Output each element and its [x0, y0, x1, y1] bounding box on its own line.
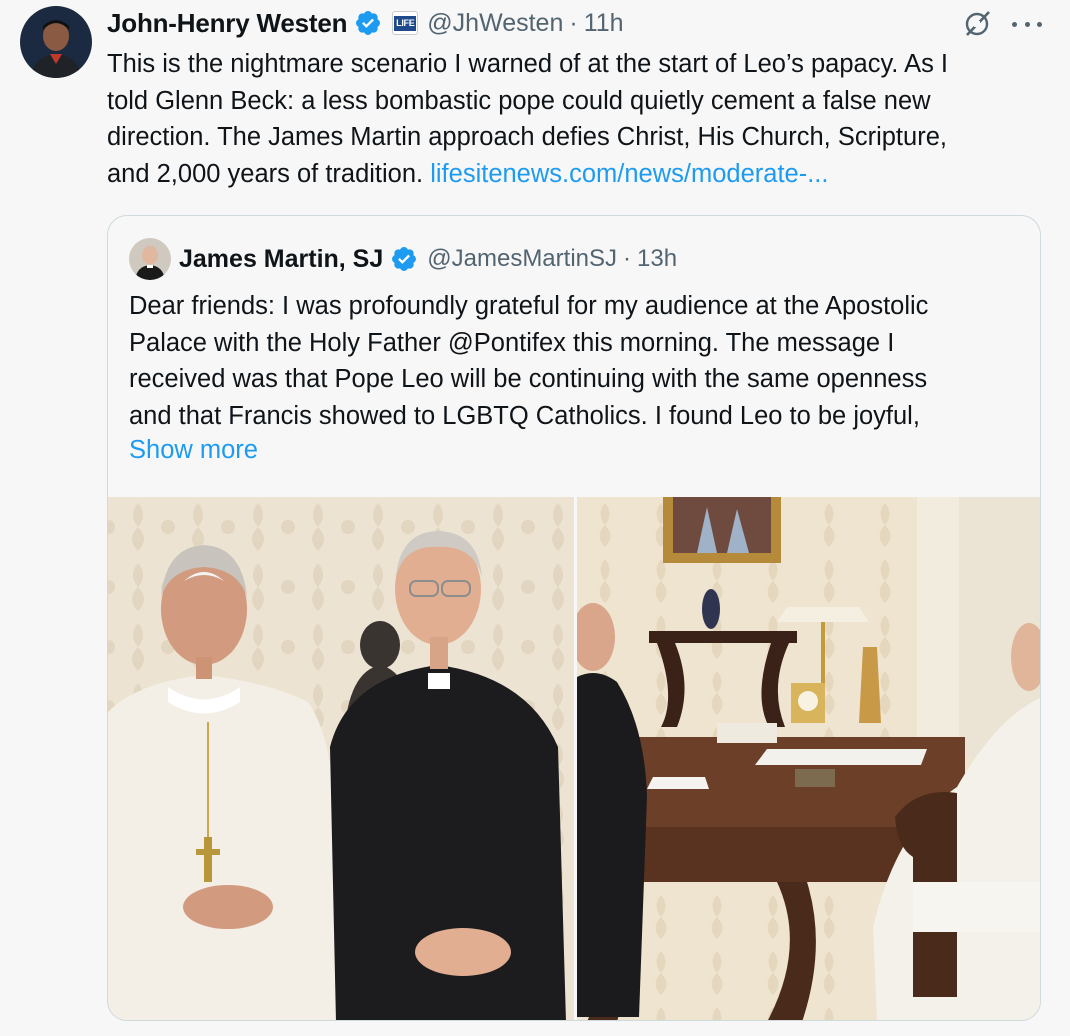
verified-icon — [356, 11, 381, 35]
affiliate-badge-label: LIFE — [394, 15, 417, 31]
show-more-link[interactable]: Show more — [129, 432, 258, 468]
tweet-text-line: and 2,000 years of tradition. lifesitene… — [107, 156, 1037, 193]
quote-text-line: and that Francis showed to LGBTQ Catholi… — [129, 401, 920, 430]
tweet-timestamp[interactable]: 11h — [584, 9, 624, 38]
photo-clergy-portrait[interactable] — [108, 497, 574, 1020]
author-handle[interactable]: @JhWesten — [427, 9, 563, 38]
verified-icon — [392, 247, 417, 271]
tweet-text-line: This is the nightmare scenario I warned … — [107, 50, 949, 78]
tweet-text-line: direction. The James Martin approach def… — [107, 123, 947, 151]
quoted-tweet[interactable]: James Martin, SJ @JamesMartinSJ · 13h De… — [107, 215, 1041, 1021]
separator-dot: · — [623, 245, 632, 272]
more-dot — [1012, 21, 1017, 27]
quote-text: Dear friends: I was profoundly grateful … — [129, 288, 1029, 434]
tweet-text-last: and 2,000 years of tradition. — [107, 159, 431, 188]
quote-author-avatar[interactable] — [129, 238, 171, 280]
separator-dot: · — [569, 8, 578, 37]
tweet-header: John-Henry Westen LIFE @JhWesten · 11h — [107, 6, 624, 40]
tweet-text-line: told Glenn Beck: a less bombastic pope c… — [107, 86, 931, 115]
quote-timestamp[interactable]: 13h — [637, 245, 677, 273]
quote-author-handle[interactable]: @JamesMartinSJ — [427, 245, 617, 273]
more-dot — [1037, 21, 1042, 27]
photo-audience-desk[interactable] — [577, 497, 1040, 1020]
tweet-text: This is the nightmare scenario I warned … — [107, 46, 1037, 192]
more-dot — [1024, 21, 1030, 27]
quote-header: James Martin, SJ @JamesMartinSJ · 13h — [129, 238, 677, 280]
more-options-icon[interactable] — [1012, 10, 1042, 38]
quote-author-name[interactable]: James Martin, SJ — [179, 245, 383, 274]
affiliate-badge-icon[interactable]: LIFE — [392, 11, 419, 35]
quote-media — [108, 497, 1040, 1020]
quote-text-line: Palace with the Holy Father @Pontifex th… — [129, 328, 895, 357]
quote-text-line: received was that Pope Leo will be conti… — [129, 365, 928, 393]
author-avatar[interactable] — [20, 6, 92, 78]
tweet-link[interactable]: lifesitenews.com/news/moderate-... — [430, 160, 828, 188]
grok-icon[interactable] — [962, 9, 992, 39]
quote-text-line: Dear friends: I was profoundly grateful … — [129, 292, 929, 320]
author-name[interactable]: John-Henry Westen — [107, 8, 347, 39]
